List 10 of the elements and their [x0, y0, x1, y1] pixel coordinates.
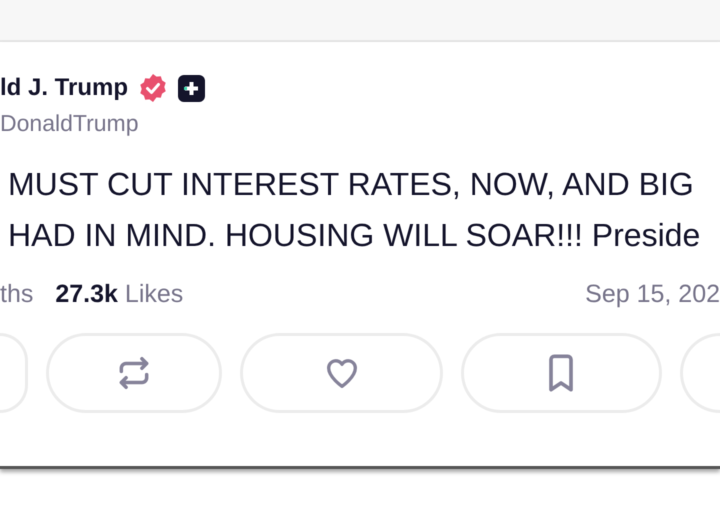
stat-count: 27.3k: [55, 280, 118, 309]
post-text-line: HAD IN MIND. HOUSING WILL SOAR!!! Preside: [7, 218, 702, 252]
author-handle: DonaldTrump: [0, 110, 140, 137]
post-date: Sep 15, 202: [585, 280, 720, 309]
author-name: ld J. Trump: [0, 74, 128, 102]
plus-badge-icon: [178, 74, 206, 102]
stat-label: Likes: [124, 280, 184, 309]
verified-badge-icon: [138, 73, 168, 103]
stat-label: ths: [0, 280, 34, 309]
post-text-line: MUST CUT INTEREST RATES, NOW, AND BIG: [7, 167, 695, 201]
